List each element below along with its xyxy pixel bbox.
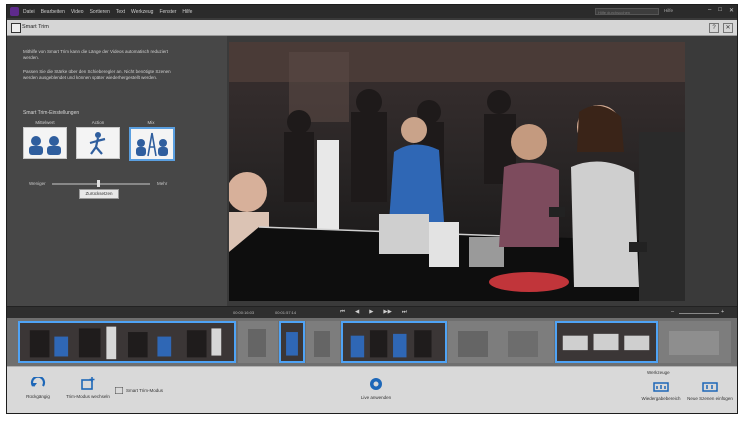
menu-video[interactable]: Video: [71, 9, 84, 15]
window-controls: – □ ✕: [708, 7, 734, 14]
insert-scenes-icon: [702, 382, 718, 392]
timeline-strip[interactable]: [7, 318, 737, 366]
zoom-slider[interactable]: [679, 313, 719, 314]
mittelwert-icon: [23, 127, 67, 159]
tools-label: Werkzeuge: [647, 370, 670, 375]
smart-trim-mode-button[interactable]: Smart Trim-Modus: [115, 387, 163, 394]
total-time: 00:01:57:14: [275, 310, 297, 315]
mix-icon: [129, 127, 175, 161]
undo-button[interactable]: Rückgängig: [23, 377, 53, 399]
minimize-icon[interactable]: –: [708, 7, 711, 14]
close-dialog-icon[interactable]: ✕: [723, 23, 733, 33]
settings-heading: Smart Trim-Einstellungen: [23, 110, 80, 116]
menu-sortieren[interactable]: Sortieren: [90, 9, 110, 15]
reset-button[interactable]: Zurücksetzen: [79, 189, 119, 199]
playback-range-label: Wiedergabebereich: [641, 396, 681, 401]
smart-trim-icon: [11, 23, 21, 33]
option-label: Action: [91, 120, 105, 125]
window-title: Smart Trim: [22, 24, 49, 30]
step-back-icon[interactable]: ◀: [355, 309, 359, 316]
option-action[interactable]: Action: [76, 120, 120, 159]
menu-bearbeiten[interactable]: Bearbeiten: [41, 9, 65, 15]
smart-mode-icon: [115, 387, 123, 394]
timeline-clip[interactable]: [659, 321, 731, 363]
menu-datei[interactable]: Datei: [23, 9, 35, 15]
go-to-end-icon[interactable]: ⏭: [402, 309, 407, 316]
smart-trim-window: Datei Bearbeiten Video Sortieren Text We…: [6, 4, 738, 414]
bottom-toolbar: Rückgängig Trim-Modus wechseln Smart Tri…: [7, 366, 737, 413]
menu-werkzeug[interactable]: Werkzeug: [131, 9, 153, 15]
timeline-clip[interactable]: [279, 321, 305, 363]
slider-max-label: Mehr: [157, 181, 168, 186]
switch-mode-label: Trim-Modus wechseln: [66, 394, 110, 399]
step-forward-icon[interactable]: ▶▶: [383, 309, 391, 316]
new-clip-icon: [81, 377, 95, 390]
timeline-clip[interactable]: [341, 321, 447, 363]
app-logo-icon: [10, 7, 19, 16]
undo-icon: [30, 377, 46, 387]
title-controls: ? ✕: [709, 23, 733, 33]
timeline-clip[interactable]: [306, 321, 340, 363]
maximize-icon[interactable]: □: [718, 7, 722, 14]
menu-fenster[interactable]: Fenster: [159, 9, 176, 15]
timeline-clip[interactable]: [448, 321, 554, 363]
intro-text: Mithilfe von Smart Trim kann die Länge d…: [23, 49, 168, 60]
timeline-clip[interactable]: [18, 321, 236, 363]
undo-label: Rückgängig: [26, 394, 50, 399]
option-label: Mix: [147, 120, 155, 125]
current-time: 00:00:16:03: [233, 310, 255, 315]
insert-scenes-button[interactable]: Neue Szenen einfügen: [687, 380, 733, 401]
settings-panel: Mithilfe von Smart Trim kann die Länge d…: [7, 36, 227, 311]
apply-button[interactable]: Live anwenden: [359, 377, 393, 400]
timeline-clip[interactable]: [555, 321, 658, 363]
playback-controls: ⏮ ◀ ▶ ▶▶ ⏭: [340, 309, 407, 316]
playback-range-button[interactable]: Wiedergabebereich: [641, 380, 681, 401]
slider-handle[interactable]: [97, 180, 100, 187]
menu-hilfe[interactable]: Hilfe: [182, 9, 192, 15]
range-icon: [653, 382, 669, 392]
help-link[interactable]: Hilfe: [664, 8, 673, 13]
menu-text[interactable]: Text: [116, 9, 125, 15]
option-mix[interactable]: Mix: [129, 120, 175, 161]
menu-bar: Datei Bearbeiten Video Sortieren Text We…: [7, 5, 737, 18]
gear-icon: [370, 378, 382, 390]
zoom-out-icon[interactable]: –: [671, 309, 674, 315]
switch-mode-button[interactable]: Trim-Modus wechseln: [65, 377, 111, 399]
slider-min-label: Weniger: [29, 181, 46, 186]
zoom-in-icon[interactable]: +: [721, 309, 724, 315]
insert-scenes-label: Neue Szenen einfügen: [687, 396, 733, 401]
option-label: Mittelwert: [35, 120, 55, 125]
option-mittelwert[interactable]: Mittelwert: [23, 120, 67, 159]
action-icon: [76, 127, 120, 159]
trim-strength-slider[interactable]: [52, 183, 150, 185]
go-to-start-icon[interactable]: ⏮: [340, 309, 345, 316]
smart-mode-label: Smart Trim-Modus: [126, 388, 164, 393]
title-bar: Smart Trim ? ✕: [7, 20, 737, 36]
apply-label: Live anwenden: [360, 395, 392, 400]
play-icon[interactable]: ▶: [369, 309, 373, 316]
video-preview[interactable]: [229, 42, 685, 301]
help-icon[interactable]: ?: [709, 23, 719, 33]
close-icon[interactable]: ✕: [729, 7, 734, 14]
help-search-input[interactable]: Hilfe durchsuchen: [595, 8, 659, 15]
timeline-clip[interactable]: [238, 321, 278, 363]
help-text: Passen Sie die Stärke über den Schiebere…: [23, 69, 171, 80]
